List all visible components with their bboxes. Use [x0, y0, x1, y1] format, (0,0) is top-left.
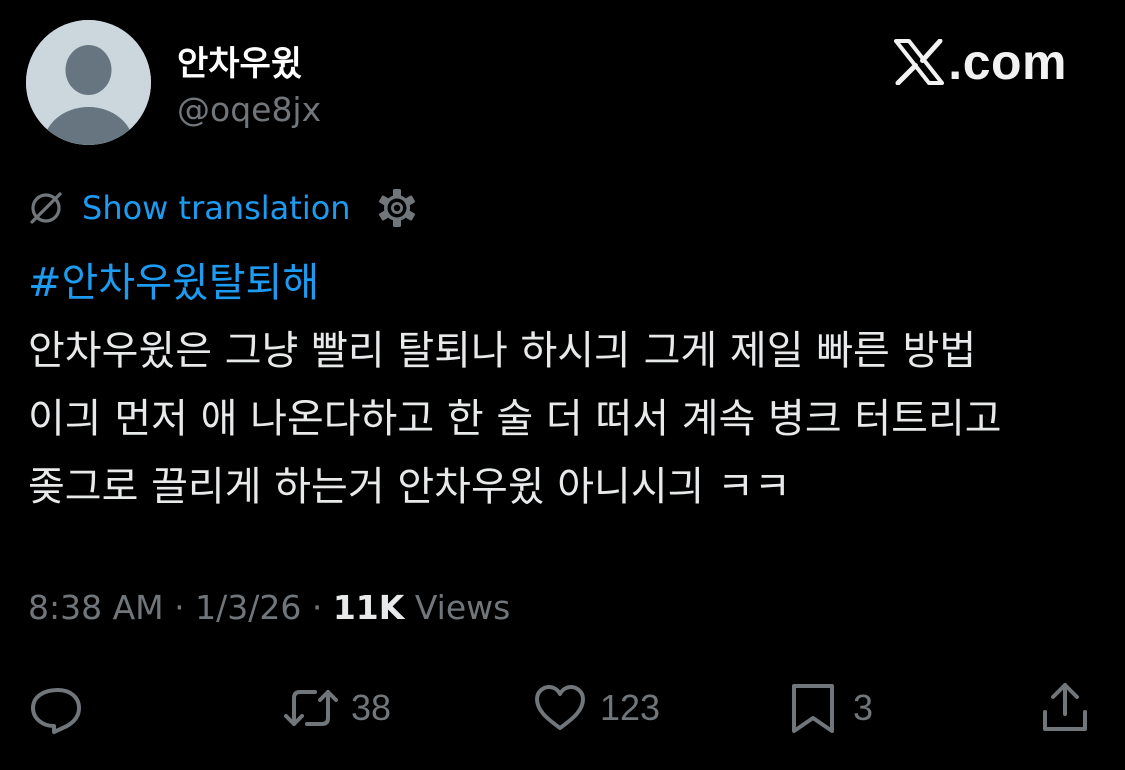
- reply-icon: [31, 688, 81, 734]
- heart-icon: [535, 685, 585, 730]
- tweet-time[interactable]: 8:38 AM: [28, 588, 164, 627]
- retweet-icon: [284, 690, 338, 726]
- tweet-text-line: 안차우윘은 그냥 빨리 탈퇴나 하시긔 그게 제일 빠른 방법: [28, 328, 977, 374]
- like-button[interactable]: 123: [532, 680, 660, 736]
- like-count: 123: [600, 687, 661, 728]
- x-brand-watermark: .com: [894, 30, 1067, 94]
- translation-row: Show translation: [26, 184, 419, 232]
- gear-icon[interactable]: [375, 186, 419, 230]
- retweet-button[interactable]: 38: [283, 680, 391, 736]
- translate-globe-icon: [30, 192, 62, 224]
- tweet-date[interactable]: 1/3/26: [195, 588, 301, 627]
- tweet-meta: 8:38 AM · 1/3/26 · 11K Views: [28, 588, 510, 627]
- views-count[interactable]: 11K: [333, 588, 405, 627]
- x-logo-icon: [894, 39, 945, 85]
- reply-button[interactable]: [28, 680, 84, 736]
- brand-domain-text: .com: [948, 34, 1067, 90]
- share-button[interactable]: [1037, 680, 1093, 736]
- bookmark-button[interactable]: 3: [785, 680, 873, 736]
- meta-separator: ·: [301, 588, 333, 627]
- bookmark-icon: [792, 684, 834, 733]
- hashtag-link[interactable]: #안차우윘탈퇴해: [28, 250, 319, 308]
- bookmark-count: 3: [853, 687, 874, 728]
- share-icon: [1043, 683, 1087, 731]
- retweet-count: 38: [351, 687, 392, 728]
- tweet-text-line: 이긔 먼저 애 나온다하고 한 술 더 떠서 계속 병크 터트리고: [28, 396, 1002, 442]
- views-label[interactable]: Views: [404, 588, 511, 627]
- tweet-text-line: 좆그로 끌리게 하는거 안차우윘 아니시긔 ㅋㅋ: [28, 464, 791, 510]
- avatar[interactable]: [26, 20, 151, 145]
- meta-separator: ·: [163, 588, 196, 627]
- author-handle[interactable]: @oqe8jx: [177, 90, 321, 129]
- default-avatar-icon: [26, 20, 151, 145]
- author-display-name[interactable]: 안차우윘: [177, 36, 302, 85]
- show-translation-link[interactable]: Show translation: [82, 189, 351, 227]
